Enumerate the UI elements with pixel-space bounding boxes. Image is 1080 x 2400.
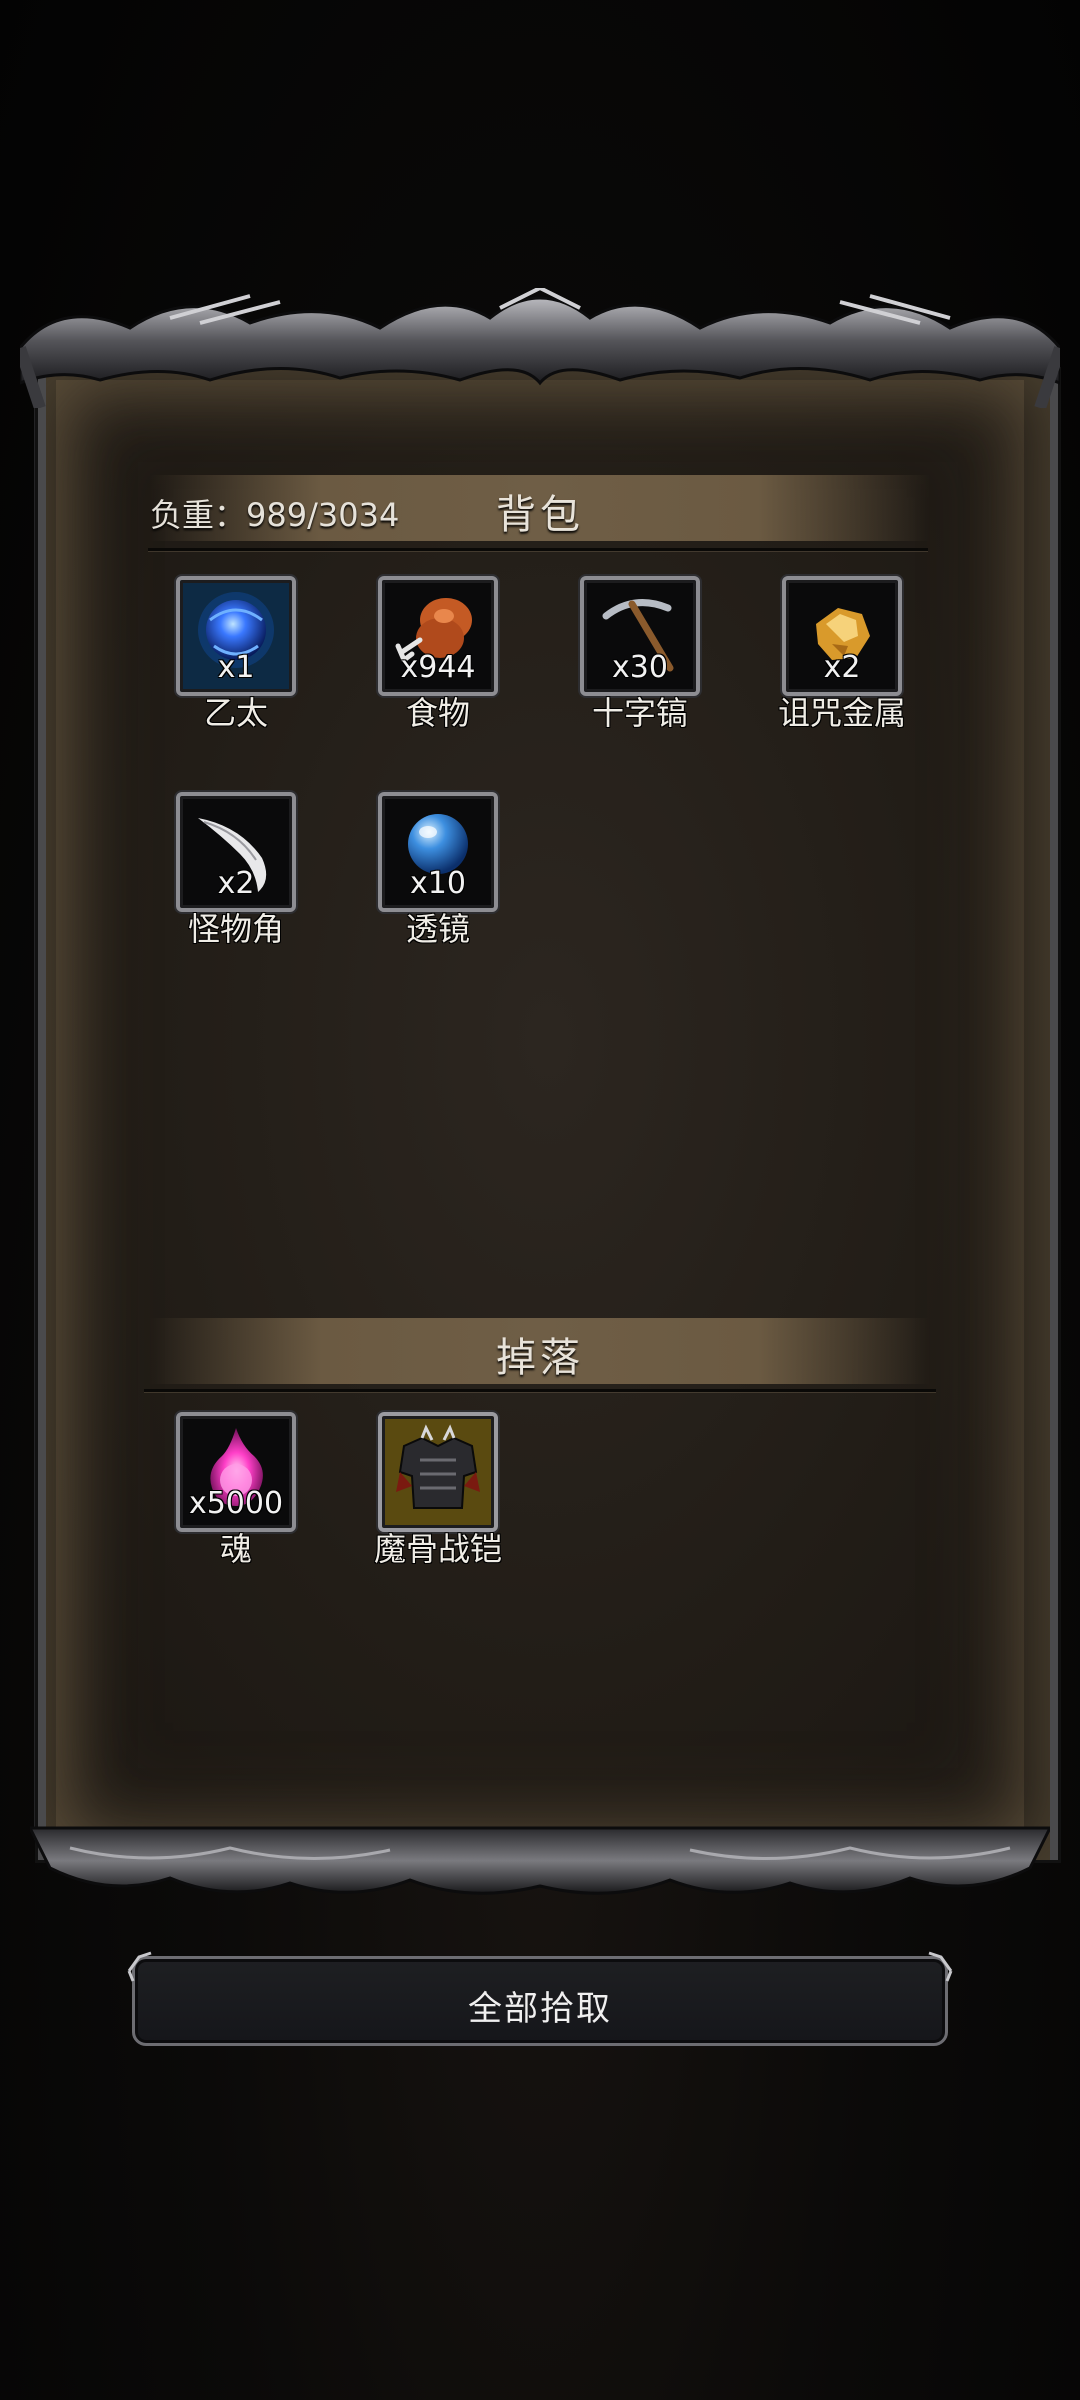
armor-icon (396, 1424, 480, 1509)
item-quantity: x2 (217, 866, 255, 901)
inventory-divider (148, 548, 928, 551)
inventory-item-monster-horn[interactable]: x2 怪物角 (166, 792, 306, 962)
drops-title: 掉落 (496, 1335, 584, 1381)
inventory-item-ether[interactable]: x1 乙太 (166, 576, 306, 746)
pick-all-label: 全部拾取 (468, 1989, 612, 2029)
item-name: 乙太 (203, 694, 268, 732)
item-quantity: x5000 (188, 1486, 284, 1521)
inventory-title: 背包 (496, 492, 584, 538)
item-name: 十字镐 (591, 694, 688, 732)
item-quantity: x30 (612, 650, 668, 685)
inventory-item-cursed-metal[interactable]: x2 诅咒金属 (772, 576, 912, 746)
drops-divider (144, 1389, 936, 1392)
inventory-item-pickaxe[interactable]: x30 十字镐 (570, 576, 710, 746)
item-name: 食物 (405, 694, 470, 732)
item-quantity: x10 (410, 866, 466, 901)
item-quantity: x944 (400, 650, 476, 685)
drop-item-bone-armor[interactable]: 魔骨战铠 (368, 1412, 508, 1582)
item-name: 诅咒金属 (777, 694, 906, 732)
pick-all-button[interactable]: 全部拾取 (127, 1951, 953, 2046)
inventory-item-food[interactable]: x944 食物 (368, 576, 508, 746)
ornate-frame-top (20, 288, 1060, 408)
item-name: 怪物角 (187, 910, 284, 948)
ornate-frame-bottom (30, 1826, 1050, 1895)
item-name: 魔骨战铠 (373, 1530, 502, 1568)
item-slot (378, 1412, 498, 1532)
item-name: 透镜 (405, 910, 470, 948)
item-quantity: x2 (823, 650, 861, 685)
inventory-item-lens[interactable]: x10 透镜 (368, 792, 508, 962)
drop-item-soul[interactable]: x5000 魂 (166, 1412, 306, 1582)
item-name: 魂 (219, 1530, 252, 1568)
item-quantity: x1 (217, 650, 255, 685)
game-screen: 负重：989/3034 背包 x1 乙太 x944 食物 x30 十字镐 x2 … (0, 0, 1080, 2400)
